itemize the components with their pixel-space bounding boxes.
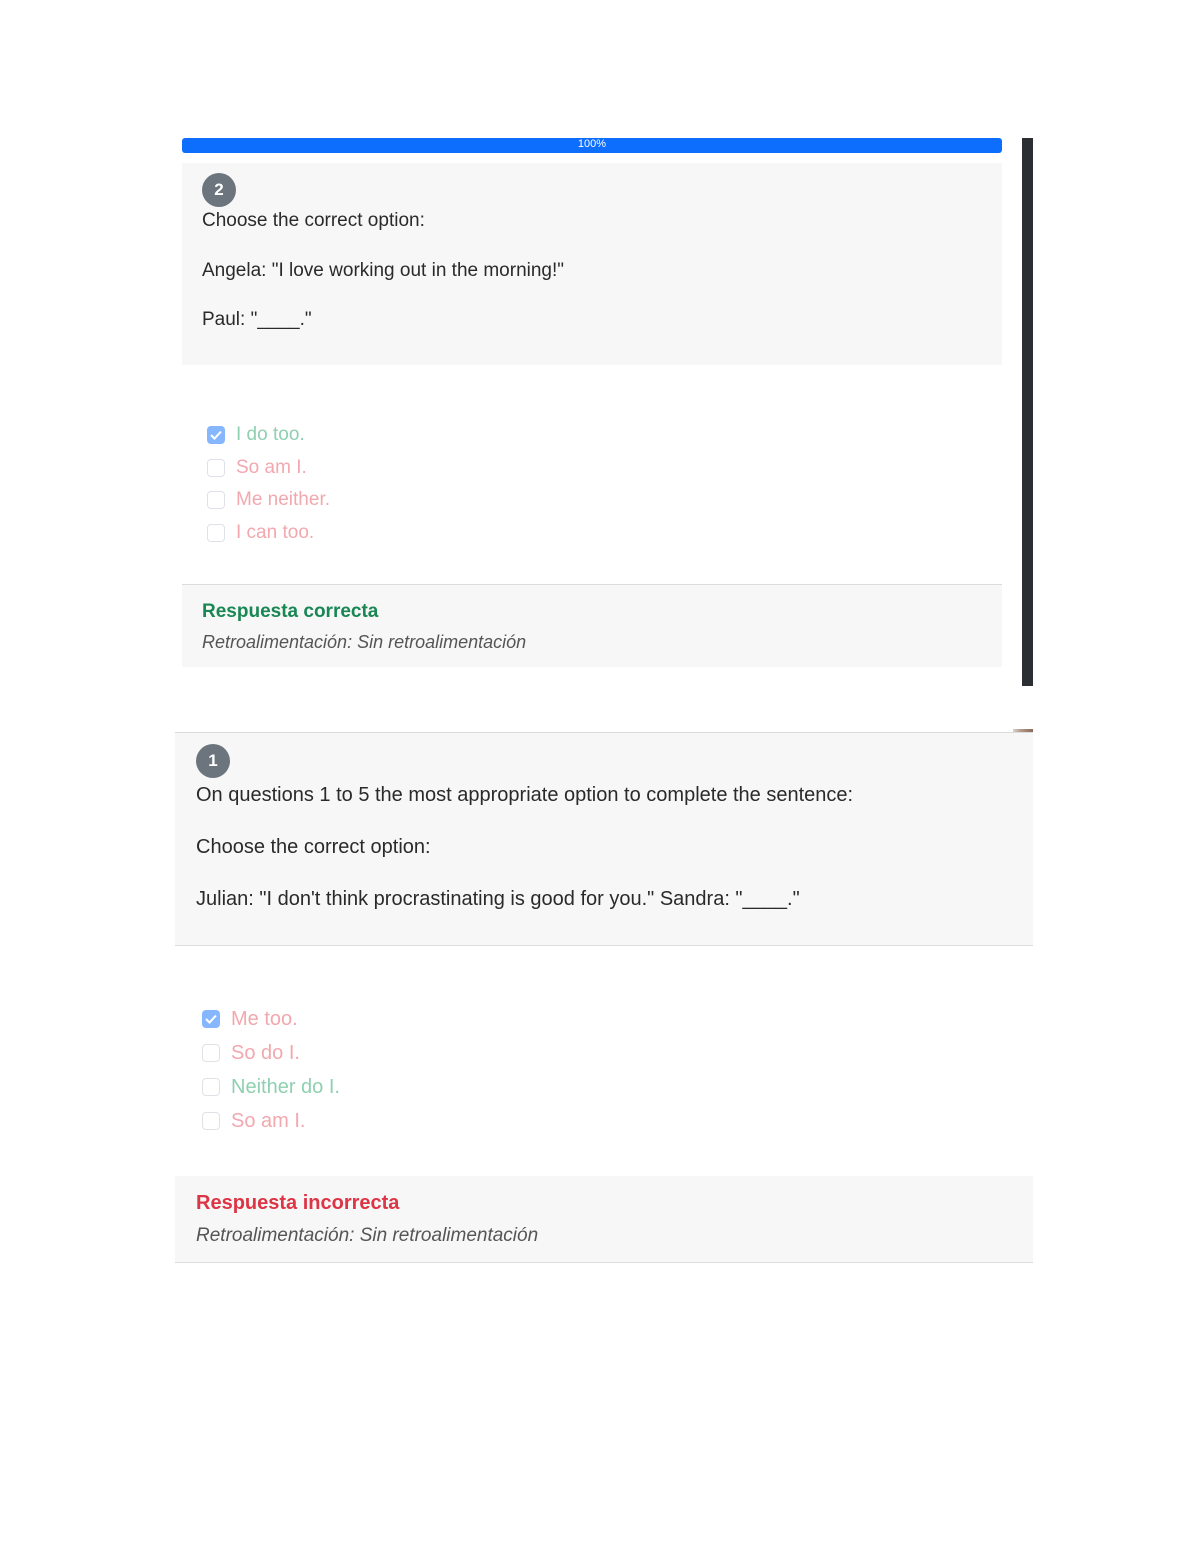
answer-option[interactable]: So do I. (202, 1036, 340, 1070)
progress-label: 100% (577, 138, 607, 150)
answer-option[interactable]: Me too. (202, 1002, 340, 1036)
option-label: So am I. (236, 456, 307, 478)
question-text: Angela: "I love working out in the morni… (202, 260, 565, 281)
question-text: Choose the correct option: (202, 210, 425, 231)
question-text: Paul: "____." (202, 309, 312, 330)
question-text: Julian: "I don't think procrastinating i… (196, 888, 800, 910)
feedback-text: Retroalimentación: Sin retroalimentación (196, 1225, 539, 1246)
checkbox[interactable] (207, 458, 225, 477)
answer-options: Me too. So do I. Neither do I. So am I. (202, 1002, 340, 1138)
option-label: So do I. (231, 1041, 300, 1064)
checkbox[interactable] (202, 1010, 220, 1028)
checkmark-icon (205, 1014, 217, 1024)
option-label: Me neither. (236, 489, 330, 511)
checkbox[interactable] (207, 523, 225, 542)
checkmark-icon (210, 431, 222, 441)
answer-option[interactable]: So am I. (207, 452, 330, 485)
question-header: 1 On questions 1 to 5 the most appropria… (175, 732, 1033, 946)
feedback-panel: Respuesta incorrecta Retroalimentación: … (175, 1176, 1033, 1263)
checkbox[interactable] (207, 491, 225, 510)
option-label: Me too. (231, 1007, 298, 1030)
question-card: 2 Choose the correct option: Angela: "I … (182, 163, 1002, 667)
answer-option[interactable]: Neither do I. (202, 1070, 340, 1104)
question-text: On questions 1 to 5 the most appropriate… (196, 784, 854, 806)
question-card: 1 On questions 1 to 5 the most appropria… (175, 732, 1033, 1263)
question-number-badge: 2 (202, 173, 236, 207)
answer-option[interactable]: Me neither. (207, 484, 330, 517)
checkbox[interactable] (202, 1112, 220, 1130)
option-label: I can too. (236, 521, 315, 543)
option-label: Neither do I. (231, 1075, 340, 1098)
option-label: So am I. (231, 1109, 306, 1132)
answer-option[interactable]: So am I. (202, 1104, 340, 1138)
checkbox[interactable] (202, 1078, 220, 1096)
feedback-panel: Respuesta correcta Retroalimentación: Si… (182, 584, 1002, 667)
feedback-text: Retroalimentación: Sin retroalimentación (202, 632, 527, 652)
checkbox[interactable] (207, 426, 225, 445)
progress-bar-fill: 100% (182, 138, 1002, 153)
progress-bar: 100% (182, 138, 1002, 153)
answer-option[interactable]: I can too. (207, 517, 330, 550)
scrollbar[interactable] (1022, 138, 1033, 686)
question-text: Choose the correct option: (196, 836, 431, 858)
option-label: I do too. (236, 424, 305, 446)
checkbox[interactable] (202, 1044, 220, 1062)
answer-options: I do too. So am I. Me neither. I can too… (207, 419, 330, 549)
feedback-result: Respuesta correcta (202, 601, 379, 622)
question-header: 2 Choose the correct option: Angela: "I … (182, 163, 1002, 365)
answer-option[interactable]: I do too. (207, 419, 330, 452)
question-number-badge: 1 (196, 744, 230, 778)
feedback-result: Respuesta incorrecta (196, 1192, 400, 1214)
